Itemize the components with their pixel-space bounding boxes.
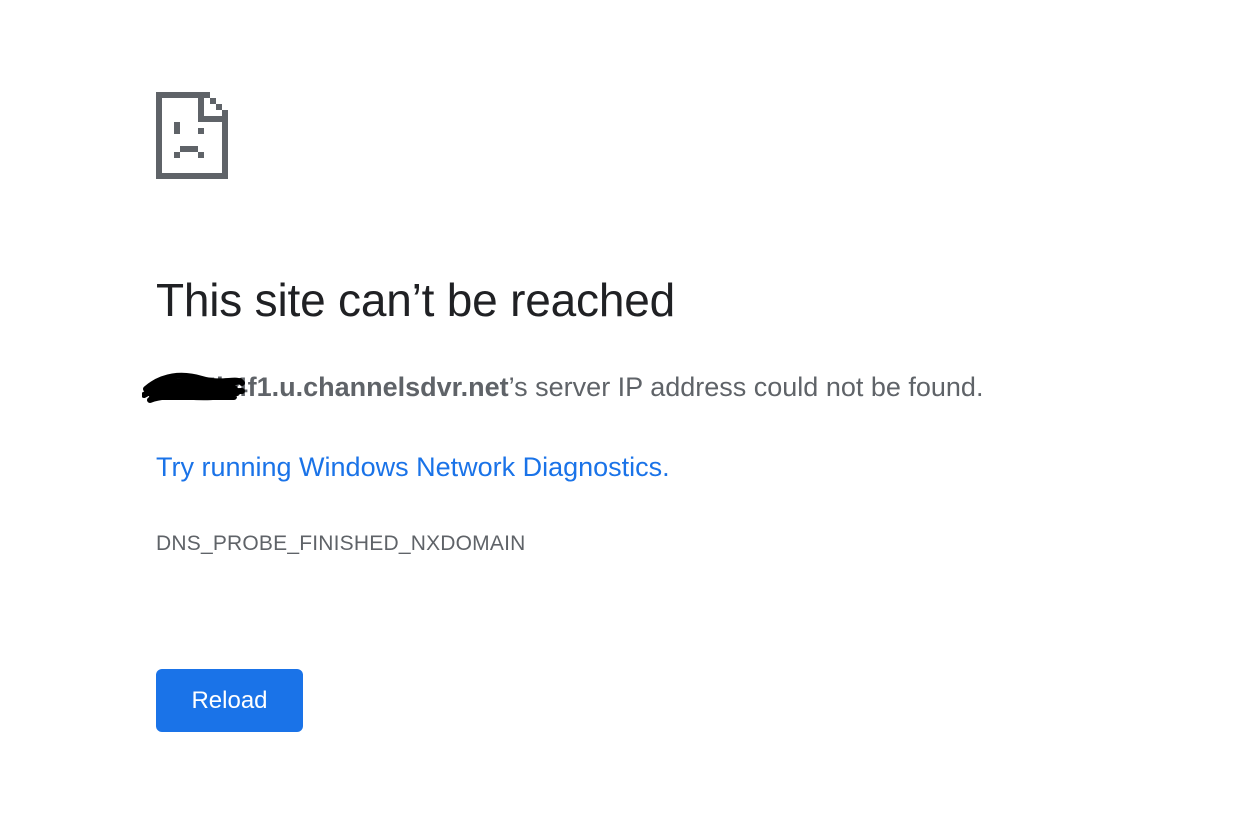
diagnostics-link[interactable]: Try running Windows Network Diagnostics [156, 452, 662, 482]
sad-page-icon [156, 92, 228, 179]
error-page-content: This site can’t be reached 8875b4f1.u.ch… [142, 92, 1236, 732]
reload-button[interactable]: Reload [156, 669, 303, 732]
diagnostics-period: . [662, 452, 670, 482]
summary-suffix: ’s server IP address could not be found. [508, 372, 984, 402]
error-summary: 8875b4f1.u.channelsdvr.net’s server IP a… [142, 367, 984, 407]
page-title: This site can’t be reached [156, 274, 675, 326]
error-code: DNS_PROBE_FINISHED_NXDOMAIN [156, 532, 526, 555]
diagnostics-line: Try running Windows Network Diagnostics. [156, 447, 670, 487]
host-name: 8875b4f1.u.channelsdvr.net [156, 372, 509, 402]
host-wrapper: 8875b4f1.u.channelsdvr.net [142, 367, 509, 407]
